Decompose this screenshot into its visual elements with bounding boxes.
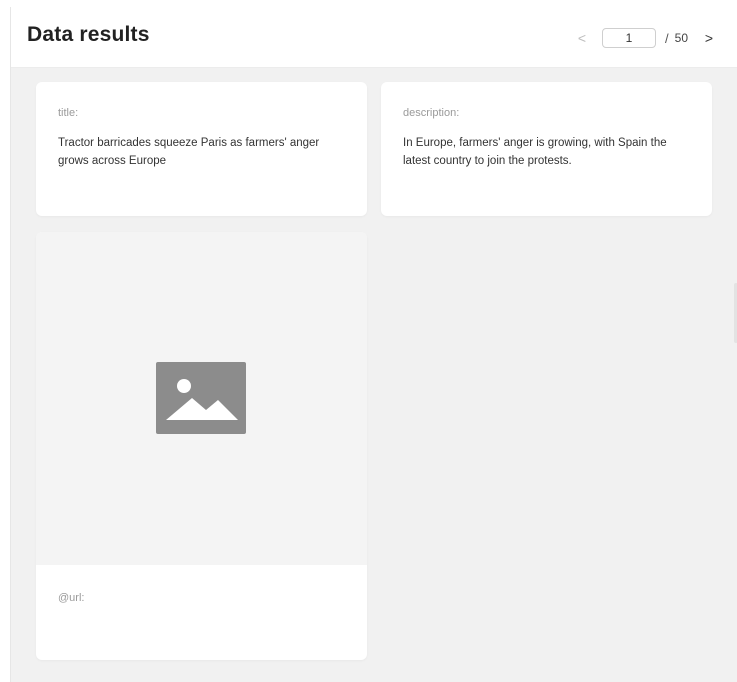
pagination: < / 50 >: [574, 27, 716, 49]
next-page-button[interactable]: >: [702, 30, 716, 46]
top-strip: [0, 0, 737, 7]
data-results-panel: Data results < / 50 > title: Tractor bar…: [10, 7, 737, 682]
title-value: Tractor barricades squeeze Paris as farm…: [58, 137, 320, 167]
image-preview[interactable]: [36, 232, 367, 565]
prev-page-button[interactable]: <: [574, 30, 590, 46]
title-label: title:: [58, 107, 79, 119]
total-pages: 50: [674, 31, 688, 45]
page-separator: /: [665, 30, 669, 46]
description-card: description: In Europe, farmers' anger i…: [381, 82, 712, 216]
image-card: @url:: [36, 232, 367, 660]
page-title: Data results: [27, 23, 150, 46]
page-number-input[interactable]: [602, 28, 657, 48]
description-label: description:: [403, 107, 460, 119]
image-placeholder-icon: [156, 362, 246, 434]
description-value: In Europe, farmers' anger is growing, wi…: [403, 137, 667, 167]
title-card: title: Tractor barricades squeeze Paris …: [36, 82, 367, 216]
panel-header: Data results < / 50 >: [11, 7, 737, 68]
url-label: @url:: [58, 592, 85, 604]
